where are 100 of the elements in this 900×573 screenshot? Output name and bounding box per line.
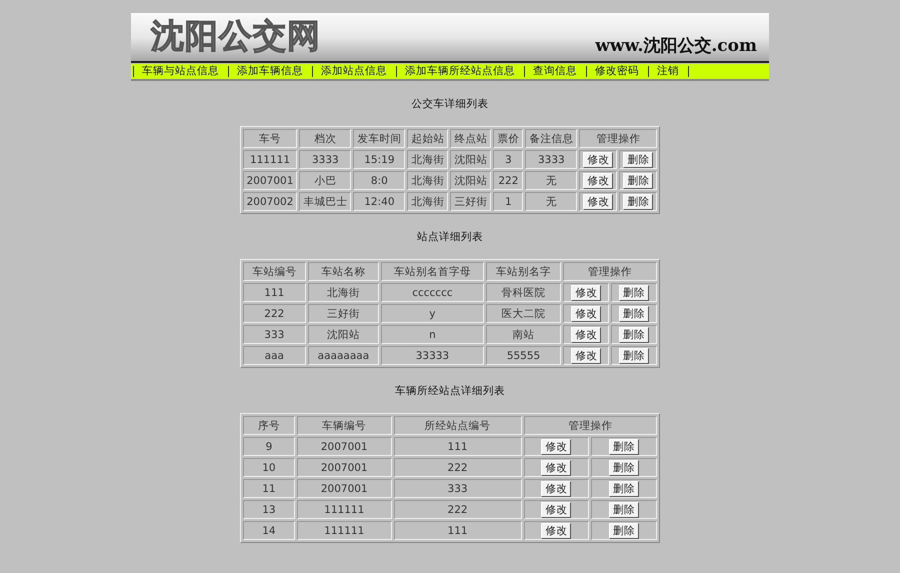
table-cell: y: [381, 304, 484, 323]
table-cell: 三好街: [308, 304, 380, 323]
edit-button[interactable]: 修改: [541, 522, 572, 538]
table-cell: 222: [394, 500, 522, 519]
edit-button[interactable]: 修改: [541, 460, 572, 476]
table-cell: 北海街: [407, 171, 448, 190]
table-cell: 医大二院: [486, 304, 562, 323]
table-cell: 小巴: [299, 171, 352, 190]
column-header: 车站别名字: [486, 262, 562, 281]
table-title: 车辆所经站点详细列表: [395, 384, 505, 398]
table-cell: 南站: [486, 325, 562, 344]
table-cell: 222: [243, 304, 306, 323]
table-cell: 1: [493, 192, 524, 211]
table-cell: 3: [493, 150, 524, 169]
table-cell: 10: [243, 458, 295, 477]
delete-button[interactable]: 删除: [609, 438, 640, 454]
table-title: 公交车详细列表: [412, 97, 488, 111]
table-cell: 3333: [525, 150, 578, 169]
edit-button[interactable]: 修改: [571, 306, 602, 322]
table-cell: 333: [394, 479, 522, 498]
table-cell: 骨科医院: [486, 283, 562, 302]
delete-button[interactable]: 删除: [623, 194, 654, 210]
table-cell: 无: [525, 192, 578, 211]
delete-button[interactable]: 删除: [619, 306, 650, 322]
table-cell: 2007001: [242, 171, 298, 190]
table-title: 站点详细列表: [417, 230, 483, 244]
column-header: 车站名称: [308, 262, 380, 281]
table-cell: 222: [493, 171, 524, 190]
column-header: 发车时间: [353, 129, 406, 148]
column-header: 终点站: [450, 129, 492, 148]
table-cell: 12:40: [353, 192, 406, 211]
delete-button[interactable]: 删除: [609, 502, 640, 518]
column-header: 起始站: [407, 129, 448, 148]
edit-button[interactable]: 修改: [571, 284, 602, 300]
column-header: 管理操作: [579, 129, 658, 148]
table-cell: aaaaaaaa: [308, 346, 380, 365]
table-cell: 北海街: [407, 150, 448, 169]
nav-link[interactable]: 添加车辆所经站点信息: [396, 66, 524, 77]
delete-button[interactable]: 删除: [609, 460, 640, 476]
table-cell: 55555: [486, 346, 562, 365]
delete-button[interactable]: 删除: [623, 152, 654, 168]
table-cell: 111111: [296, 500, 392, 519]
table-cell: 2007001: [296, 479, 392, 498]
column-header: 车站编号: [243, 262, 306, 281]
table-cell: 111: [243, 283, 306, 302]
nav-link[interactable]: 查询信息: [524, 66, 586, 77]
table-cell: 15:19: [353, 150, 406, 169]
edit-button[interactable]: 修改: [583, 194, 614, 210]
nav-link[interactable]: 车辆与站点信息: [133, 66, 228, 77]
site-title: 沈阳公交网: [151, 14, 321, 56]
table-cell: 北海街: [407, 192, 448, 211]
table-cell: 111111: [242, 150, 298, 169]
column-header: 管理操作: [524, 416, 657, 435]
table-cell: 3333: [299, 150, 352, 169]
column-header: 车站别名首字母: [381, 262, 484, 281]
table-cell: 2007001: [296, 458, 392, 477]
site-url: www.沈阳公交.com: [595, 35, 757, 58]
edit-button[interactable]: 修改: [583, 152, 614, 168]
edit-button[interactable]: 修改: [571, 348, 602, 364]
table-cell: 北海街: [308, 283, 380, 302]
column-header: 管理操作: [563, 262, 657, 281]
table-cell: 三好街: [450, 192, 492, 211]
column-header: 档次: [299, 129, 352, 148]
table-cell: 9: [243, 437, 295, 456]
edit-button[interactable]: 修改: [541, 480, 572, 496]
column-header: 序号: [243, 416, 295, 435]
delete-button[interactable]: 删除: [619, 326, 650, 342]
table-cell: aaa: [243, 346, 306, 365]
delete-button[interactable]: 删除: [619, 348, 650, 364]
table-cell: 无: [525, 171, 578, 190]
table-cell: 2007001: [296, 437, 392, 456]
table-cell: 13: [243, 500, 295, 519]
edit-button[interactable]: 修改: [583, 172, 614, 188]
table-cell: 丰城巴士: [299, 192, 352, 211]
table-cell: 111111: [296, 521, 392, 540]
delete-button[interactable]: 删除: [623, 172, 654, 188]
edit-button[interactable]: 修改: [571, 326, 602, 342]
table-cell: ccccccc: [381, 283, 484, 302]
table-cell: 111: [394, 521, 522, 540]
column-header: 车号: [242, 129, 298, 148]
table-cell: 333: [243, 325, 306, 344]
column-header: 票价: [493, 129, 524, 148]
delete-button[interactable]: 删除: [619, 284, 650, 300]
delete-button[interactable]: 删除: [609, 522, 640, 538]
nav-link[interactable]: 注销: [648, 66, 689, 77]
nav-link[interactable]: 修改密码: [586, 66, 648, 77]
delete-button[interactable]: 删除: [609, 480, 640, 496]
table-cell: 沈阳站: [308, 325, 380, 344]
table-cell: 2007002: [242, 192, 298, 211]
column-header: 所经站点编号: [394, 416, 522, 435]
nav-link[interactable]: 添加车辆信息: [228, 66, 312, 77]
table-cell: 11: [243, 479, 295, 498]
column-header: 备注信息: [525, 129, 578, 148]
table-cell: 沈阳站: [450, 171, 492, 190]
edit-button[interactable]: 修改: [541, 438, 572, 454]
column-header: 车辆编号: [296, 416, 392, 435]
edit-button[interactable]: 修改: [541, 502, 572, 518]
nav-link[interactable]: 添加站点信息: [312, 66, 396, 77]
table-cell: n: [381, 325, 484, 344]
table-cell: 222: [394, 458, 522, 477]
